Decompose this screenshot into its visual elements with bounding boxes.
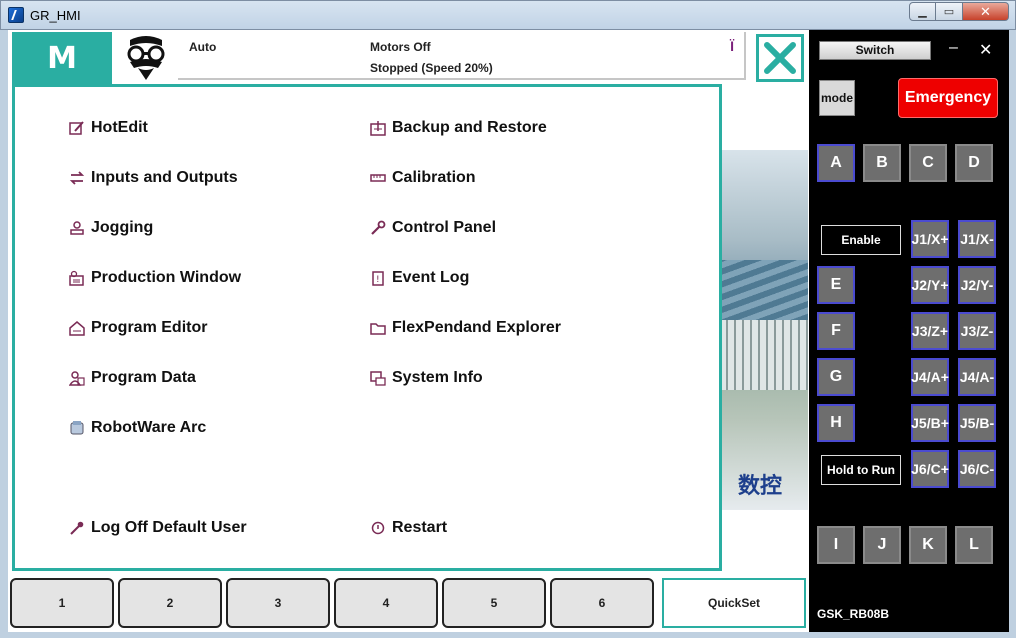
- tab-2[interactable]: 2: [118, 578, 222, 628]
- jog-j4-minus-button[interactable]: J4/A-: [958, 358, 996, 396]
- window-close-button[interactable]: ✕: [963, 2, 1009, 21]
- hotedit-icon: [69, 120, 85, 136]
- jog-j6-plus-button[interactable]: J6/C+: [911, 450, 949, 488]
- maximize-icon: ▭: [943, 6, 955, 18]
- log-off-button[interactable]: Log Off Default User: [69, 519, 247, 537]
- side-close-button[interactable]: ✕: [979, 40, 992, 60]
- main-menu-panel: HotEdit Inputs and Outputs Jogging Produ…: [12, 84, 722, 571]
- status-indicator-icon: Ї: [730, 38, 734, 54]
- app-main: M Auto Motors Off Stopped (Speed 20%) Ї …: [8, 30, 1009, 632]
- arc-icon: [69, 420, 85, 436]
- key-l-button[interactable]: L: [955, 526, 993, 564]
- side-minimize-button[interactable]: –: [949, 39, 958, 57]
- menu-item-calibration[interactable]: Calibration: [370, 169, 476, 187]
- key-i-button[interactable]: I: [817, 526, 855, 564]
- svg-text:!: !: [376, 275, 380, 285]
- wrench-icon: [370, 220, 386, 236]
- jog-j4-plus-button[interactable]: J4/A+: [911, 358, 949, 396]
- jog-j3-minus-button[interactable]: J3/Z-: [958, 312, 996, 350]
- device-model-label: GSK_RB08B: [817, 607, 890, 621]
- window-title: GR_HMI: [30, 8, 81, 23]
- backup-icon: [370, 120, 386, 136]
- menu-item-event-log[interactable]: ! Event Log: [370, 269, 469, 287]
- key-j-button[interactable]: J: [863, 526, 901, 564]
- motors-status-text: Motors Off: [370, 40, 431, 54]
- jog-j2-plus-button[interactable]: J2/Y+: [911, 266, 949, 304]
- status-bar[interactable]: Auto Motors Off Stopped (Speed 20%) Ї: [178, 32, 746, 80]
- emergency-button[interactable]: Emergency: [898, 78, 998, 118]
- io-icon: [69, 170, 85, 186]
- quickset-button[interactable]: QuickSet: [662, 578, 806, 628]
- tab-6[interactable]: 6: [550, 578, 654, 628]
- tab-4[interactable]: 4: [334, 578, 438, 628]
- jog-j5-plus-button[interactable]: J5/B+: [911, 404, 949, 442]
- close-x-icon: [764, 42, 796, 74]
- task-tabs: 1 2 3 4 5 6 QuickSet: [8, 576, 808, 628]
- window-titlebar: GR_HMI ▁ ▭ ✕: [0, 0, 1016, 30]
- menu-item-control-panel[interactable]: Control Panel: [370, 219, 496, 237]
- key-e-button[interactable]: E: [817, 266, 855, 304]
- tab-5[interactable]: 5: [442, 578, 546, 628]
- key-f-button[interactable]: F: [817, 312, 855, 350]
- menu-logo-button[interactable]: M: [12, 32, 112, 84]
- jog-j1-plus-button[interactable]: J1/X+: [911, 220, 949, 258]
- jog-j5-minus-button[interactable]: J5/B-: [958, 404, 996, 442]
- speed-status-text: Stopped (Speed 20%): [370, 61, 493, 75]
- key-icon: [69, 520, 85, 536]
- calibration-icon: [370, 170, 386, 186]
- key-a-button[interactable]: A: [817, 144, 855, 182]
- tab-3[interactable]: 3: [226, 578, 330, 628]
- power-icon: [370, 520, 386, 536]
- menu-item-program-editor[interactable]: Program Editor: [69, 319, 207, 337]
- hold-to-run-button[interactable]: Hold to Run: [821, 455, 901, 485]
- sysinfo-icon: [370, 370, 386, 386]
- key-b-button[interactable]: B: [863, 144, 901, 182]
- menu-item-program-data[interactable]: Program Data: [69, 369, 196, 387]
- jogging-icon: [69, 220, 85, 236]
- background-caption: 数控: [738, 474, 783, 499]
- menu-item-production-window[interactable]: Production Window: [69, 269, 241, 287]
- menu-item-jogging[interactable]: Jogging: [69, 219, 153, 237]
- avatar-icon: [118, 34, 174, 82]
- window-maximize-button[interactable]: ▭: [936, 2, 963, 21]
- jog-j6-minus-button[interactable]: J6/C-: [958, 450, 996, 488]
- menu-close-button[interactable]: [756, 34, 804, 82]
- logo-letter: M: [47, 40, 77, 76]
- menu-item-inputs-outputs[interactable]: Inputs and Outputs: [69, 169, 238, 187]
- editor-icon: [69, 320, 85, 336]
- teach-pendant-panel: Switch – ✕ mode Emergency A B C D Enable…: [809, 30, 1009, 632]
- enable-button[interactable]: Enable: [821, 225, 901, 255]
- mode-button[interactable]: mode: [819, 80, 855, 116]
- key-g-button[interactable]: G: [817, 358, 855, 396]
- minimize-icon: ▁: [918, 6, 927, 18]
- close-icon: ✕: [980, 3, 991, 19]
- key-d-button[interactable]: D: [955, 144, 993, 182]
- key-c-button[interactable]: C: [909, 144, 947, 182]
- background-photo: 数控: [720, 150, 808, 510]
- menu-item-backup-restore[interactable]: Backup and Restore: [370, 119, 547, 137]
- switch-button[interactable]: Switch: [819, 41, 931, 60]
- tab-1[interactable]: 1: [10, 578, 114, 628]
- key-k-button[interactable]: K: [909, 526, 947, 564]
- jog-j3-plus-button[interactable]: J3/Z+: [911, 312, 949, 350]
- app-icon: [8, 7, 24, 23]
- menu-item-flexpendand-explorer[interactable]: FlexPendand Explorer: [370, 319, 561, 337]
- menu-item-robotware-arc[interactable]: RobotWare Arc: [69, 419, 206, 437]
- menu-item-hotedit[interactable]: HotEdit: [69, 119, 148, 137]
- eventlog-icon: !: [370, 270, 386, 286]
- operating-mode-text: Auto: [189, 40, 217, 54]
- folder-icon: [370, 320, 386, 336]
- menu-item-system-info[interactable]: System Info: [370, 369, 483, 387]
- data-icon: [69, 370, 85, 386]
- window-minimize-button[interactable]: ▁: [909, 2, 936, 21]
- jog-j1-minus-button[interactable]: J1/X-: [958, 220, 996, 258]
- jog-j2-minus-button[interactable]: J2/Y-: [958, 266, 996, 304]
- key-h-button[interactable]: H: [817, 404, 855, 442]
- production-icon: [69, 270, 85, 286]
- restart-button[interactable]: Restart: [370, 519, 447, 537]
